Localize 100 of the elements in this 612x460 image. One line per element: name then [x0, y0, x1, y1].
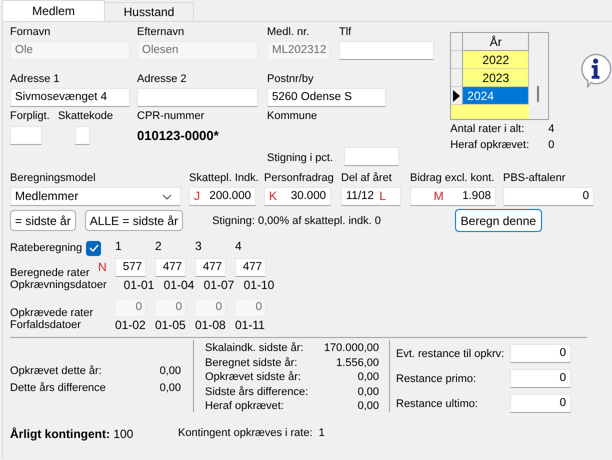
column-header: 2 [154, 238, 163, 252]
input-field[interactable]: 5260 Odense S [267, 88, 386, 107]
date-text: 01-08 [195, 318, 226, 332]
input-field[interactable]: 0 [510, 344, 571, 363]
field-label: Skattepl. Indk. [189, 171, 259, 185]
summary-label: Beregnet sidste år: [205, 356, 298, 370]
input-field[interactable]: 0 [510, 394, 571, 413]
year-cell[interactable]: 2023 [463, 69, 530, 87]
input-field[interactable]: M 1.908 [410, 187, 496, 206]
increase-text: Stigning: 0,00% af skattepl. indk. 0 [212, 214, 381, 226]
row-label: Beregnede rater [10, 266, 90, 278]
row-header[interactable] [451, 87, 464, 105]
field-label: Rateberegning [10, 242, 84, 254]
marker-letter: N [98, 260, 107, 274]
summary-label: Skalaindk. sidste år: [205, 341, 304, 356]
summary-value: 0,00 [358, 370, 379, 384]
date-text: 01-11 [235, 318, 266, 332]
rate-field[interactable]: 577 [115, 258, 146, 276]
summary-value: 0,00 [160, 381, 181, 396]
field-label: Adresse 1 [10, 72, 60, 86]
input-field[interactable]: 0 [503, 187, 594, 206]
summary-label: Opkrævet sidste år: [205, 370, 301, 384]
rate-field[interactable]: 477 [155, 258, 186, 276]
summary-label: Dette års difference [10, 381, 106, 396]
date-text: 01-07 [204, 278, 235, 292]
marker-letter: L [379, 188, 386, 205]
date-text: 01-02 [115, 318, 146, 332]
field-label: PBS-aftalenr [503, 171, 566, 185]
row-label: Forfaldsdatoer [10, 319, 82, 331]
input-field[interactable]: K 30.000 [264, 187, 331, 206]
checkbox[interactable] [86, 240, 101, 256]
field-label: Forpligt. [10, 109, 50, 123]
model-dropdown[interactable]: Medlemmer [10, 187, 181, 206]
input-field[interactable] [137, 88, 258, 107]
calculate-button[interactable]: Beregn denne [454, 209, 542, 232]
field-label: Restance ultimo: [396, 398, 478, 410]
summary-value: 0,00 [358, 399, 379, 414]
cpr-number: 010123-0000* [137, 128, 220, 143]
marker-letter: M [434, 188, 444, 205]
date-text: 01-10 [244, 278, 275, 292]
fee-rate-text: Kontingent opkræves i rate: 1 [178, 427, 325, 441]
summary-value: 0,00 [160, 364, 181, 379]
chevron-down-icon [162, 194, 172, 200]
date-text: 01-01 [124, 278, 155, 292]
field-label: Skattekode [58, 109, 114, 123]
input-field[interactable] [75, 126, 90, 145]
rate-field[interactable]: 477 [235, 258, 266, 276]
field-label: Bidrag excl. kont. [410, 171, 494, 185]
summary-value: 0,00 [358, 384, 379, 399]
input-field[interactable]: J 200.000 [189, 187, 256, 206]
field-label: Del af året [341, 171, 392, 185]
field-label: Evt. restance til opkrv: [396, 348, 504, 360]
field-label: Fornavn [10, 25, 50, 39]
summary-label: Opkrævet dette år: [10, 364, 102, 379]
info-icon[interactable] [578, 52, 612, 88]
summary-label: Heraf opkrævet: [205, 399, 284, 414]
input-field[interactable] [10, 126, 42, 145]
field-label: Efternavn [137, 25, 184, 39]
scrollbar-thumb[interactable] [537, 86, 540, 102]
field-label: Adresse 2 [137, 72, 187, 86]
date-text: 01-05 [155, 318, 186, 332]
annual-fee-text: Årligt kontingent: 100 [10, 427, 134, 441]
tab[interactable]: Husstand [104, 2, 194, 21]
year-cell[interactable]: 2022 [463, 51, 530, 69]
input-field[interactable]: 0 [510, 369, 571, 388]
summary-value: 4 [548, 122, 554, 136]
column-header: 3 [194, 238, 203, 252]
input-field[interactable]: Sivmosevænget 4 [10, 88, 130, 107]
summary-label: Sidste års difference: [205, 384, 308, 399]
field-label: Stigning i pct. [267, 151, 334, 165]
field-label: CPR-nummer [137, 109, 204, 123]
field-label: Restance primo: [396, 372, 476, 384]
column-header: År [463, 33, 530, 51]
field-label: Beregningsmodel [10, 171, 96, 185]
rate-field[interactable]: 477 [195, 258, 226, 276]
field-label: Medl. nr. [267, 25, 310, 39]
row-label: Opkrævningsdatoer [10, 279, 107, 291]
copy-last-year-button[interactable]: = sidste år [10, 210, 76, 231]
input-field[interactable]: 11/12 L [341, 187, 401, 206]
column-header: 4 [234, 238, 243, 252]
date-text: 01-04 [164, 278, 195, 292]
year-cell[interactable]: 2024 [463, 87, 530, 105]
input-field[interactable] [344, 146, 400, 166]
field-label: Kommune [267, 109, 318, 123]
copy-all-last-year-button[interactable]: ALLE = sidste år [84, 210, 184, 231]
field-label: Postnr/by [267, 72, 314, 86]
row-pointer-icon [453, 90, 460, 102]
marker-letter: J [194, 188, 200, 205]
column-header: 1 [114, 238, 123, 252]
row-label: Opkrævede rater [10, 306, 94, 318]
field-label: Tlf [339, 25, 352, 39]
check-icon [88, 244, 98, 252]
input-field[interactable] [339, 41, 434, 60]
marker-letter: K [269, 188, 278, 205]
summary-value: 1.556,00 [336, 356, 379, 370]
summary-value: 0 [548, 138, 554, 152]
summary-value: 170.000,00 [324, 341, 379, 356]
tab[interactable]: Medlem [2, 0, 105, 21]
field-label: Personfradrag [264, 171, 334, 185]
summary-label: Antal rater i alt: [450, 122, 526, 136]
